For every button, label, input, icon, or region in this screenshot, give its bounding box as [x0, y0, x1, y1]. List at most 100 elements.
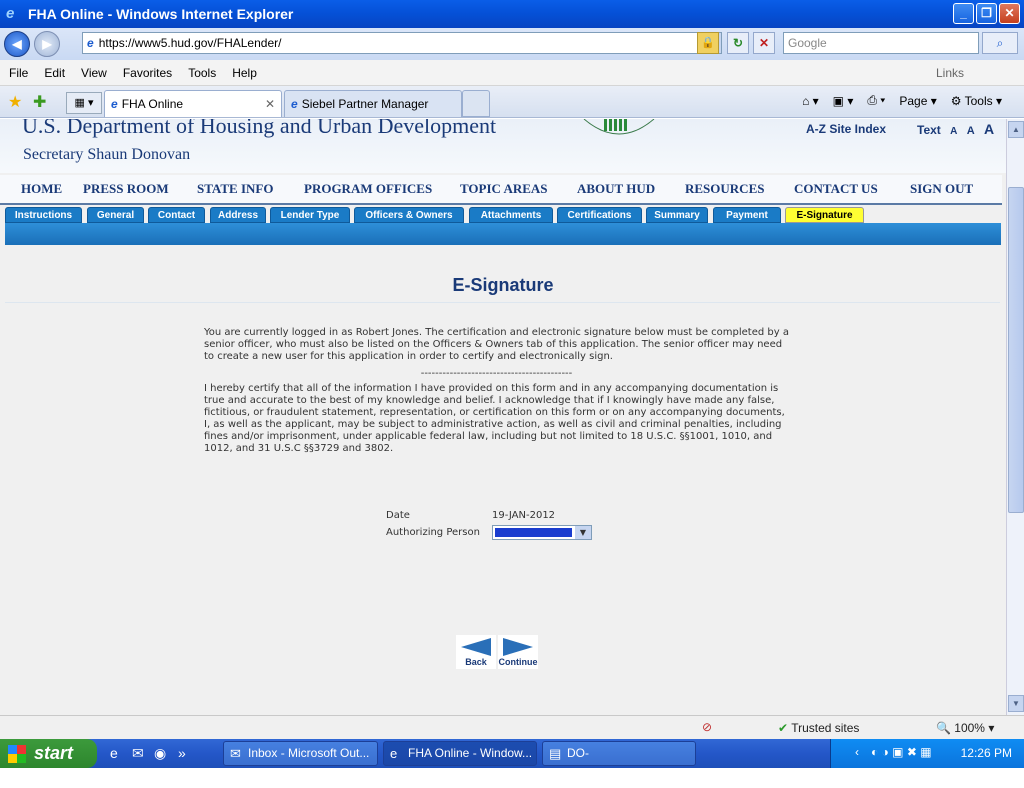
tab-close-icon[interactable]: ✕	[265, 97, 275, 111]
tab-content-bar	[5, 223, 1001, 245]
page-icon: e	[87, 36, 94, 50]
tab-lender-type[interactable]: Lender Type	[270, 207, 350, 223]
dashed-divider: ----------------------------------------…	[420, 368, 573, 379]
scroll-down-icon[interactable]: ▼	[1008, 695, 1024, 712]
nav-program-offices[interactable]: PROGRAM OFFICES	[304, 181, 432, 197]
page-menu[interactable]: Page ▾	[899, 94, 936, 108]
tab-siebel[interactable]: e Siebel Partner Manager	[284, 90, 462, 117]
clock[interactable]: 12:26 PM	[961, 746, 1012, 760]
top-navigation: HOME PRESS ROOM STATE INFO PROGRAM OFFIC…	[0, 175, 1002, 205]
chevron-down-icon[interactable]: ▼	[575, 526, 591, 539]
menu-help[interactable]: Help	[232, 66, 257, 80]
tab-e-signature[interactable]: E-Signature	[785, 207, 864, 223]
tray-icons[interactable]: ◐ ◑ ▣ ✖ ▦	[871, 745, 932, 759]
vertical-scrollbar[interactable]: ▲ ▼	[1006, 119, 1024, 715]
popup-blocker-icon[interactable]: ⊘	[702, 720, 712, 734]
lock-icon[interactable]: 🔒	[697, 32, 719, 54]
nav-press-room[interactable]: PRESS ROOM	[83, 181, 169, 197]
chevron-left-icon[interactable]: ‹	[855, 745, 859, 759]
nav-about-hud[interactable]: ABOUT HUD	[577, 181, 655, 197]
signature-form: Date 19-JAN-2012 Authorizing Person ▼	[386, 507, 592, 541]
ie-quicklaunch-icon[interactable]: e	[110, 745, 118, 761]
az-site-index-link[interactable]: A-Z Site Index	[806, 122, 886, 136]
restore-button[interactable]: ❐	[976, 3, 997, 24]
taskbar-item-word[interactable]: ▤ DO-060_USER_REFE...	[542, 741, 696, 783]
address-input[interactable]: e https://www5.hud.gov/FHALender/ ▼	[82, 32, 722, 54]
selected-option-highlight	[495, 528, 572, 537]
tab-officers-owners[interactable]: Officers & Owners	[354, 207, 464, 223]
text-medium-button[interactable]: A	[967, 125, 975, 137]
minimize-button[interactable]: _	[953, 3, 974, 24]
nav-resources[interactable]: RESOURCES	[685, 181, 764, 197]
back-nav-button[interactable]: ◀	[4, 31, 30, 57]
print-icon[interactable]: ⎙ ▾	[867, 93, 885, 108]
tab-summary[interactable]: Summary	[646, 207, 708, 223]
tab-contact[interactable]: Contact	[148, 207, 205, 223]
taskbar-item-ie[interactable]: e FHA Online - Window...	[383, 741, 537, 766]
certification-paragraph: I hereby certify that all of the informa…	[204, 383, 785, 454]
window-title: FHA Online - Windows Internet Explorer	[28, 6, 294, 22]
text-label: Text	[917, 123, 941, 137]
scroll-up-icon[interactable]: ▲	[1008, 121, 1024, 138]
security-zone[interactable]: ✔ Trusted sites	[778, 721, 859, 735]
start-button[interactable]: start	[0, 739, 97, 768]
refresh-button[interactable]: ↻	[727, 32, 749, 54]
continue-button[interactable]: Continue	[498, 635, 538, 669]
nav-sign-out[interactable]: SIGN OUT	[910, 181, 973, 197]
forward-nav-button[interactable]: ▶	[34, 31, 60, 57]
hud-seal-icon	[580, 119, 658, 145]
tab-instructions[interactable]: Instructions	[5, 207, 82, 223]
chevron-right-icon[interactable]: »	[178, 745, 186, 761]
nav-home[interactable]: HOME	[21, 181, 62, 197]
back-button[interactable]: Back	[456, 635, 496, 669]
authorizing-person-select[interactable]: ▼	[492, 525, 592, 540]
tab-attachments[interactable]: Attachments	[469, 207, 553, 223]
tools-menu[interactable]: ⚙ Tools ▾	[951, 94, 1002, 108]
tab-general[interactable]: General	[87, 207, 144, 223]
feeds-icon[interactable]: ▣ ▾	[833, 94, 854, 108]
checkmark-icon: ✔	[778, 721, 789, 735]
search-input[interactable]: Google	[783, 32, 979, 54]
continue-label: Continue	[498, 657, 538, 667]
menu-file[interactable]: File	[9, 66, 28, 80]
text-large-button[interactable]: A	[984, 121, 994, 137]
windows-logo-icon	[8, 745, 26, 763]
tab-payment[interactable]: Payment	[713, 207, 781, 223]
tab-fha-online[interactable]: e FHA Online ✕	[104, 90, 282, 117]
new-tab-button[interactable]	[462, 90, 490, 117]
nav-topic-areas[interactable]: TOPIC AREAS	[460, 181, 548, 197]
tab-certifications[interactable]: Certifications	[557, 207, 642, 223]
left-arrow-icon	[461, 638, 491, 656]
search-button[interactable]: ⌕	[982, 32, 1018, 54]
home-icon[interactable]: ⌂ ▾	[802, 94, 819, 108]
application-tabs: Instructions General Contact Address Len…	[0, 207, 1002, 223]
window-titlebar: e FHA Online - Windows Internet Explorer…	[0, 0, 1024, 28]
close-button[interactable]: ✕	[999, 3, 1020, 24]
links-menu[interactable]: Links	[936, 66, 964, 80]
menu-view[interactable]: View	[81, 66, 107, 80]
intro-paragraph: You are currently logged in as Robert Jo…	[204, 327, 789, 362]
add-favorite-icon[interactable]: ✚	[33, 92, 46, 112]
department-title: U.S. Department of Housing and Urban Dev…	[22, 119, 497, 138]
tab-label: Siebel Partner Manager	[301, 97, 429, 111]
quick-tabs-button[interactable]: ▦ ▾	[66, 92, 102, 114]
text-small-button[interactable]: A	[950, 126, 957, 137]
nav-contact-us[interactable]: CONTACT US	[794, 181, 878, 197]
secretary-name: Secretary Shaun Donovan	[23, 146, 191, 163]
outlook-quicklaunch-icon[interactable]: ✉	[132, 745, 144, 762]
menu-bar: File Edit View Favorites Tools Help Link…	[0, 60, 1024, 86]
scroll-thumb[interactable]	[1008, 187, 1024, 513]
favorites-star-icon[interactable]: ★	[8, 92, 22, 112]
zoom-level[interactable]: 🔍 100% ▾	[936, 721, 994, 735]
ie-logo-icon: e	[6, 5, 15, 22]
windows-taskbar: start e ✉ ◉ » ✉ Inbox - Microsoft Out...…	[0, 739, 1024, 783]
menu-tools[interactable]: Tools	[188, 66, 216, 80]
nav-state-info[interactable]: STATE INFO	[197, 181, 273, 197]
tab-address[interactable]: Address	[210, 207, 266, 223]
taskbar-item-outlook[interactable]: ✉ Inbox - Microsoft Out...	[223, 741, 378, 766]
stop-button[interactable]: ✕	[753, 32, 775, 54]
menu-edit[interactable]: Edit	[44, 66, 65, 80]
menu-favorites[interactable]: Favorites	[123, 66, 172, 80]
media-quicklaunch-icon[interactable]: ◉	[154, 745, 166, 762]
text-size-controls: Text A A A	[911, 121, 994, 137]
